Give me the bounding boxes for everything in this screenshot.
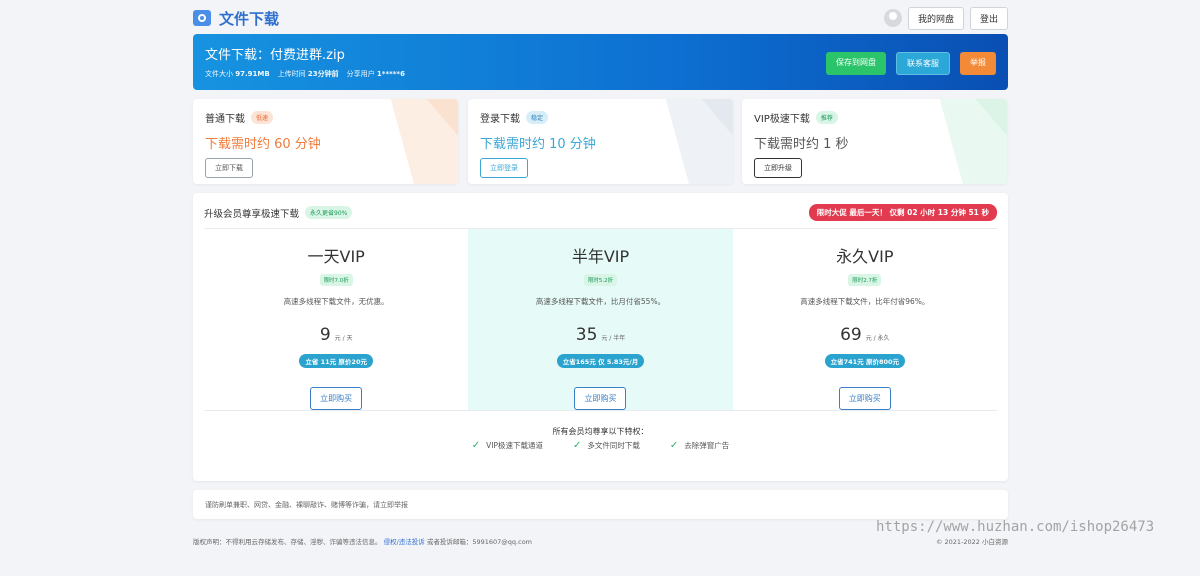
check-icon: ✓ <box>669 440 679 451</box>
my-disk-button[interactable]: 我的网盘 <box>907 6 964 30</box>
plan-save-badge: 立省741元 原价800元 <box>824 354 906 368</box>
brand[interactable]: 文件下载 <box>193 8 279 29</box>
perks-list: ✓ VIP极速下载通道 ✓ 多文件同时下载 ✓ 去除弹窗广告 <box>193 440 1008 451</box>
vip-download-card: VIP极速下载 推荐 下载需时约 1 秒 立即升级 <box>742 99 1007 184</box>
vip-section: 升级会员尊享极速下载 永久更省90% 限时大促 最后一天！ 仅剩 02 小时 1… <box>193 193 1008 481</box>
watermark: https://www.huzhan.com/ishop26473 <box>876 519 1155 535</box>
card-title: VIP极速下载 <box>754 114 810 125</box>
plan-discount-tag: 限时7.0折 <box>319 274 353 286</box>
download-time: 下载需时约 10 分钟 <box>480 137 596 152</box>
perk-item: ✓ VIP极速下载通道 <box>471 440 543 451</box>
plan-desc: 高速多线程下载文件，无优惠。 <box>283 297 389 306</box>
vip-title: 升级会员尊享极速下载 永久更省90% <box>204 206 353 220</box>
report-button[interactable]: 举报 <box>960 52 996 75</box>
buy-now-button[interactable]: 立即购买 <box>838 387 891 410</box>
footer: 版权声明：不得利用云存储发布、存储、淫秽、诈骗等违法信息。 侵权/违法投诉 或者… <box>193 536 1008 548</box>
upload-time: 上传时间 23分钟前 <box>277 70 339 78</box>
vip-plans: 一天VIP 限时7.0折 高速多线程下载文件，无优惠。 9元 / 天 立省 11… <box>204 229 997 410</box>
file-size: 文件大小 97.91MB <box>205 70 270 78</box>
top-bar: 文件下载 我的网盘 登出 <box>193 6 1008 30</box>
check-icon: ✓ <box>471 440 481 451</box>
perks-title: 所有会员均尊享以下特权： <box>552 427 649 436</box>
plan-one-day: 一天VIP 限时7.0折 高速多线程下载文件，无优惠。 9元 / 天 立省 11… <box>204 229 468 410</box>
stable-tag: 稳定 <box>526 111 549 124</box>
plan-name: 永久VIP <box>836 247 894 266</box>
cloud-logo-icon <box>193 10 211 26</box>
top-actions: 我的网盘 登出 <box>883 6 1008 30</box>
normal-download-card: 普通下载 低速 下载需时约 60 分钟 立即下载 <box>193 99 458 184</box>
card-title: 登录下载 <box>480 114 520 125</box>
fraud-notice: 谨防刷单兼职、网贷、金融、裸聊敲诈、赌博等诈骗，请立即举报 <box>193 490 1008 519</box>
plan-discount-tag: 限时2.7折 <box>848 274 882 286</box>
plan-price: 9元 / 天 <box>319 325 353 345</box>
save-to-disk-button[interactable]: 保存到网盘 <box>826 52 886 75</box>
report-link[interactable]: 侵权/违法投诉 <box>384 538 425 546</box>
buy-now-button[interactable]: 立即购买 <box>310 387 363 410</box>
download-now-button[interactable]: 立即下载 <box>205 158 253 178</box>
copyright-notice: 版权声明：不得利用云存储发布、存储、淫秽、诈骗等违法信息。 侵权/违法投诉 或者… <box>193 538 533 546</box>
perk-item: ✓ 多文件同时下载 <box>572 440 640 451</box>
recommend-tag: 推荐 <box>815 111 838 124</box>
plan-desc: 高速多线程下载文件，比月付省55%。 <box>535 297 666 306</box>
download-time: 下载需时约 60 分钟 <box>205 137 321 152</box>
avatar[interactable] <box>883 9 902 27</box>
check-icon: ✓ <box>572 440 582 451</box>
perk-item: ✓ 去除弹窗广告 <box>669 440 730 451</box>
buy-now-button[interactable]: 立即购买 <box>574 387 627 410</box>
plan-price: 69 元 / 永久 <box>840 325 890 345</box>
plan-save-badge: 立省165元 仅 5.83元/月 <box>556 354 645 368</box>
upgrade-now-button[interactable]: 立即升级 <box>754 158 802 178</box>
copyright: © 2021-2022 小白资源 <box>935 538 1008 546</box>
plan-name: 半年VIP <box>571 247 630 266</box>
plan-half-year: 半年VIP 限时5.2折 高速多线程下载文件，比月付省55%。 35 元 / 半年… <box>468 229 733 410</box>
divider <box>204 410 997 411</box>
plan-desc: 高速多线程下载文件，比年付省96%。 <box>800 297 930 306</box>
login-now-button[interactable]: 立即登录 <box>480 158 528 178</box>
speed-tag: 低速 <box>251 111 274 124</box>
plan-price: 35 元 / 半年 <box>575 325 626 345</box>
countdown-badge: 限时大促 最后一天！ 仅剩 02 小时 13 分钟 51 秒 <box>808 204 997 221</box>
plan-name: 一天VIP <box>307 247 365 266</box>
login-download-card: 登录下载 稳定 下载需时约 10 分钟 立即登录 <box>468 99 733 184</box>
file-banner: 文件下载：付费进群.zip 文件大小 97.91MB 上传时间 23分钟前 分享… <box>193 34 1008 90</box>
plan-save-badge: 立省 11元 原价20元 <box>299 354 373 368</box>
plan-lifetime: 永久VIP 限时2.7折 高速多线程下载文件，比年付省96%。 69 元 / 永久… <box>733 229 997 410</box>
brand-title: 文件下载 <box>219 9 280 28</box>
contact-support-button[interactable]: 联系客服 <box>896 52 950 75</box>
logout-button[interactable]: 登出 <box>969 6 1008 30</box>
card-title: 普通下载 <box>205 114 245 125</box>
vip-title-tag: 永久更省90% <box>305 206 353 219</box>
download-time: 下载需时约 1 秒 <box>754 137 849 152</box>
banner-actions: 保存到网盘 联系客服 举报 <box>826 52 996 75</box>
plan-discount-tag: 限时5.2折 <box>583 274 618 286</box>
sharer: 分享用户 1*****6 <box>346 70 405 78</box>
